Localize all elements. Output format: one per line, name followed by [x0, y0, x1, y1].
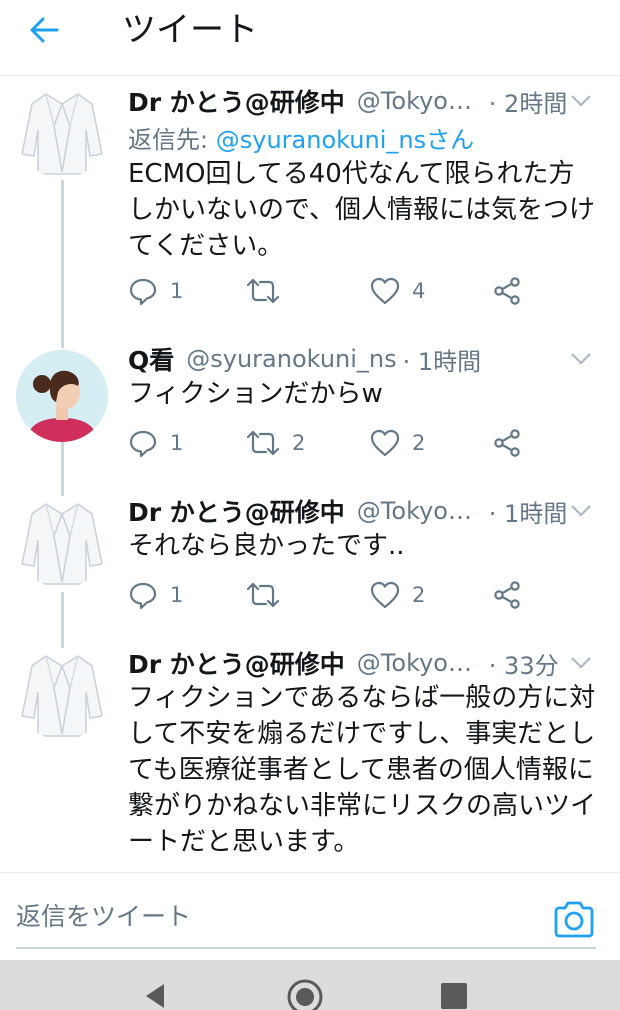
reply-count: 1: [170, 279, 184, 303]
share-icon: [494, 277, 520, 305]
tweet-text: それなら良かったです..: [128, 531, 405, 561]
reply-button[interactable]: 1: [128, 426, 183, 460]
tweet-time: · 1時間: [402, 347, 482, 376]
back-button[interactable]: [20, 8, 68, 52]
reply-to-prefix: 返信先:: [128, 126, 209, 154]
tweet-text: フィクションであるならば一般の方に対して不安を煽るだけですし、事実だとしても医療…: [128, 683, 597, 857]
author-name[interactable]: Q看: [128, 341, 174, 377]
reply-to: 返信先: @syuranokuni_nsさん: [128, 120, 474, 155]
more-options-button[interactable]: [566, 344, 596, 374]
reply-count: 1: [170, 583, 184, 607]
retweet-icon: [246, 278, 280, 304]
tweet-text: ECMO回してる40代なんて限られた方しかいないので、個人情報には気をつけてくだ…: [128, 159, 595, 261]
camera-button[interactable]: [552, 899, 596, 939]
chevron-down-icon: [571, 95, 591, 107]
camera-icon: [554, 901, 594, 938]
retweet-icon: [246, 430, 280, 456]
reply-icon: [129, 430, 157, 458]
retweet-button[interactable]: [246, 274, 292, 308]
reply-input[interactable]: 返信をツイート: [16, 897, 536, 937]
more-options-button[interactable]: [566, 496, 596, 526]
tweet-time: · 33分: [488, 651, 559, 680]
nav-back-icon: [146, 984, 164, 1008]
tweet-actions: 1 4: [128, 274, 548, 308]
reply-count: 1: [170, 431, 184, 455]
nurse-photo-avatar-icon: [16, 350, 108, 442]
tweet[interactable]: Dr かとう@研修中 @Tokyok... · 2時間 返信先: @syuran…: [0, 84, 620, 324]
reply-icon: [129, 582, 157, 610]
heart-icon: [370, 277, 400, 305]
tweet-actions: 1 2 2: [128, 426, 548, 460]
nav-home-button[interactable]: [286, 978, 324, 1010]
retweet-count: 2: [292, 431, 306, 455]
nav-recents-button[interactable]: [440, 982, 468, 1010]
tweet[interactable]: Q看 @syuranokuni_ns · 1時間 フィクションだからw 1 2 …: [0, 342, 620, 472]
author-handle[interactable]: @syuranokuni_ns: [186, 345, 396, 373]
share-button[interactable]: [492, 274, 522, 308]
author-name[interactable]: Dr かとう@研修中: [128, 646, 345, 681]
reply-to-mention[interactable]: @syuranokuni_nsさん: [216, 126, 474, 154]
reply-composer: 返信をツイート: [0, 872, 620, 960]
avatar[interactable]: [16, 648, 108, 740]
author-handle[interactable]: @Tokyok...: [357, 649, 483, 677]
chevron-down-icon: [571, 657, 591, 669]
white-coat-avatar-icon: [21, 93, 103, 175]
retweet-button[interactable]: [246, 578, 292, 612]
share-button[interactable]: [492, 426, 522, 460]
like-button[interactable]: 2: [370, 426, 425, 460]
more-options-button[interactable]: [566, 648, 596, 678]
system-navigation-bar: [0, 960, 620, 1010]
arrow-left-icon: [30, 17, 59, 43]
nav-back-button[interactable]: [142, 982, 168, 1010]
avatar[interactable]: [16, 86, 108, 178]
tweet-text: フィクションだからw: [128, 379, 383, 409]
chevron-down-icon: [571, 505, 591, 517]
author-name[interactable]: Dr かとう@研修中: [128, 83, 345, 119]
author-handle[interactable]: @Tokyok...: [357, 497, 483, 525]
heart-icon: [370, 429, 400, 457]
top-app-bar: ツイート: [0, 0, 620, 76]
reply-button[interactable]: 1: [128, 274, 183, 308]
tweet-actions: 1 2: [128, 578, 548, 612]
retweet-icon: [246, 582, 280, 608]
tweet[interactable]: Dr かとう@研修中 @Tokyok... · 1時間 それなら良かったです..…: [0, 494, 620, 624]
reply-icon: [129, 278, 157, 306]
like-count: 2: [412, 583, 426, 607]
share-icon: [494, 429, 520, 457]
share-icon: [494, 581, 520, 609]
input-underline: [16, 947, 596, 949]
page-title: ツイート: [122, 10, 258, 50]
chevron-down-icon: [571, 353, 591, 365]
like-button[interactable]: 2: [370, 578, 425, 612]
tweet-time: · 1時間: [488, 499, 568, 528]
author-name[interactable]: Dr かとう@研修中: [128, 493, 345, 529]
avatar[interactable]: [16, 496, 108, 588]
author-handle[interactable]: @Tokyok...: [357, 87, 483, 115]
like-button[interactable]: 4: [370, 274, 425, 308]
tweet-time: · 2時間: [488, 89, 568, 118]
share-button[interactable]: [492, 578, 522, 612]
like-count: 4: [412, 279, 426, 303]
nav-recents-icon: [441, 983, 467, 1009]
retweet-button[interactable]: 2: [246, 426, 305, 460]
nav-home-icon: [287, 979, 323, 1010]
avatar[interactable]: [16, 350, 108, 442]
tweet[interactable]: Dr かとう@研修中 @Tokyok... · 33分 フィクションであるならば…: [0, 646, 620, 872]
heart-icon: [370, 581, 400, 609]
like-count: 2: [412, 431, 426, 455]
white-coat-avatar-icon: [21, 503, 103, 585]
white-coat-avatar-icon: [21, 655, 103, 737]
reply-button[interactable]: 1: [128, 578, 183, 612]
more-options-button[interactable]: [566, 86, 596, 116]
